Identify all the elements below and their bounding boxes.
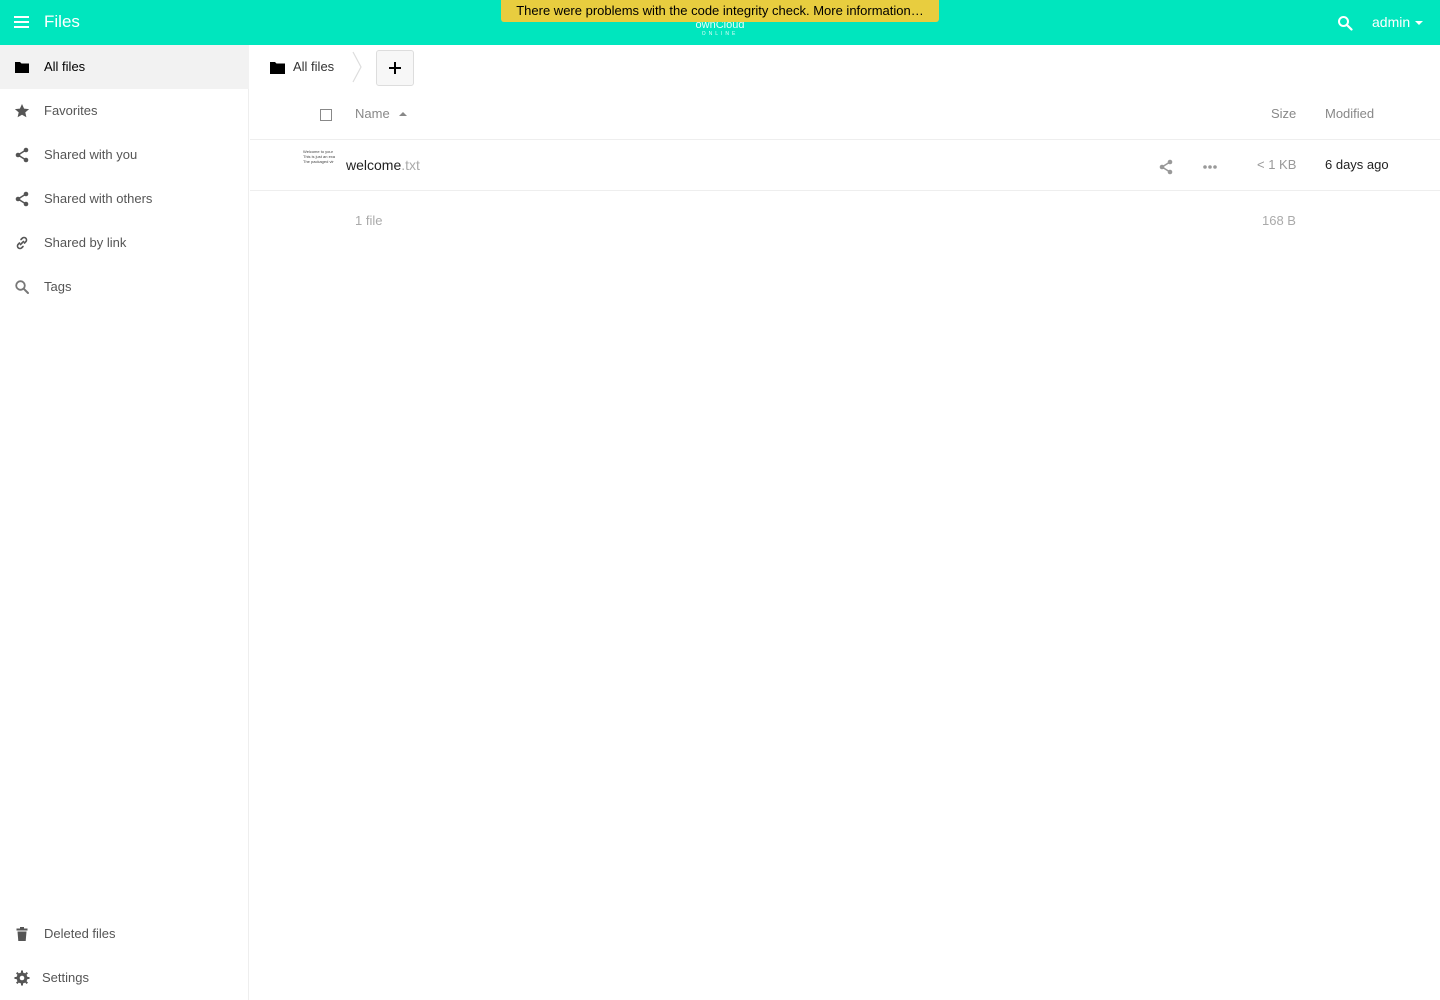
sidebar-item-label: Shared by link [44, 235, 127, 250]
share-icon[interactable] [1158, 159, 1174, 175]
sidebar: All files Favorites Shared with you Shar… [0, 45, 249, 1000]
column-header-name[interactable]: Name [355, 106, 407, 121]
summary-file-count: 1 file [355, 213, 383, 228]
trash-icon [16, 927, 28, 941]
sidebar-item-label: Shared with you [44, 147, 138, 162]
sidebar-item-label: Deleted files [44, 926, 116, 941]
column-header-name-label: Name [355, 106, 390, 121]
sidebar-item-deleted-files[interactable]: Deleted files [0, 912, 249, 956]
menu-icon[interactable] [14, 16, 29, 29]
header-bar: Files ownCloud ONLINE There were problem… [0, 0, 1440, 45]
owncloud-logo: ownCloud ONLINE [690, 20, 750, 38]
sidebar-item-all-files[interactable]: All files [0, 45, 249, 89]
search-icon [15, 280, 29, 294]
file-size: < 1 KB [1257, 157, 1297, 172]
star-icon [14, 104, 30, 118]
sidebar-item-shared-by-link[interactable]: Shared by link [0, 221, 249, 265]
sort-ascending-icon [398, 111, 407, 116]
app-title: Files [44, 12, 80, 31]
chevron-down-icon [1415, 21, 1424, 25]
integrity-warning-banner[interactable]: There were problems with the code integr… [501, 0, 939, 22]
share-icon [15, 191, 29, 207]
link-icon [16, 236, 28, 250]
table-divider [250, 190, 1440, 191]
column-header-size[interactable]: Size [1271, 106, 1296, 121]
plus-icon [389, 62, 401, 74]
file-modified: 6 days ago [1325, 157, 1389, 172]
logo-subtext: ONLINE [701, 31, 739, 37]
sidebar-item-label: Favorites [44, 103, 98, 118]
sidebar-item-tags[interactable]: Tags [0, 265, 249, 309]
select-all-checkbox[interactable] [320, 109, 332, 121]
search-icon[interactable] [1337, 15, 1353, 31]
gear-icon [14, 970, 30, 986]
sidebar-item-label: Settings [42, 970, 89, 985]
sidebar-item-settings[interactable]: Settings [0, 956, 249, 1000]
sidebar-item-favorites[interactable]: Favorites [0, 89, 249, 133]
share-icon [15, 147, 29, 163]
folder-icon[interactable] [270, 61, 285, 74]
file-thumbnail[interactable]: Welcome to your This is just an exa The … [303, 149, 337, 167]
column-header-modified[interactable]: Modified [1325, 106, 1374, 121]
sidebar-item-label: All files [44, 59, 86, 74]
more-actions-icon[interactable] [1202, 159, 1218, 175]
breadcrumb-separator-icon [352, 51, 362, 83]
sidebar-item-shared-with-you[interactable]: Shared with you [0, 133, 249, 177]
table-divider [250, 139, 1440, 140]
user-menu[interactable]: admin [1372, 14, 1424, 30]
file-basename: welcome [346, 157, 402, 173]
folder-icon [15, 62, 29, 73]
new-file-button[interactable] [376, 50, 414, 86]
file-extension: .txt [401, 157, 420, 173]
sidebar-item-shared-with-others[interactable]: Shared with others [0, 177, 249, 221]
thumbnail-line: The packaged vir [303, 159, 334, 164]
summary-total-size: 168 B [1262, 213, 1296, 228]
sidebar-item-label: Shared with others [44, 191, 153, 206]
sidebar-item-label: Tags [44, 279, 72, 294]
breadcrumb-all-files[interactable]: All files [293, 59, 334, 74]
user-name: admin [1372, 14, 1411, 30]
file-name-link[interactable]: welcome.txt [346, 157, 420, 173]
